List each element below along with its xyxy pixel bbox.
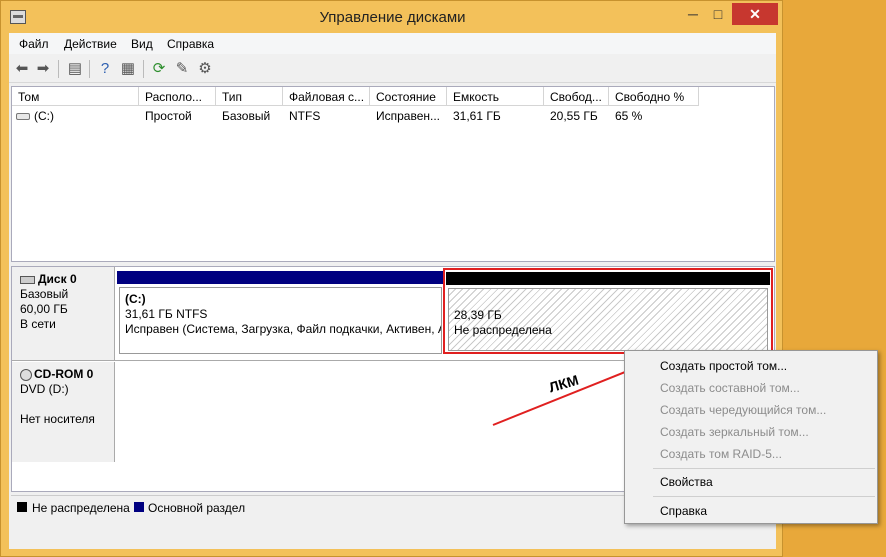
menu-help[interactable]: Справка — [167, 37, 214, 51]
disk-0-label[interactable]: Диск 0 Базовый 60,00 ГБ В сети — [12, 267, 115, 360]
drive-icon — [16, 113, 30, 121]
row-free-percent: 65 % — [615, 109, 643, 123]
hard-disk-icon — [20, 275, 35, 284]
legend-unallocated-swatch — [17, 502, 27, 512]
row-filesystem: NTFS — [289, 109, 321, 123]
row-layout: Простой — [145, 109, 192, 123]
row-type: Базовый — [222, 109, 271, 123]
toolbar-separator — [58, 60, 59, 78]
primary-partition-bar — [117, 271, 444, 284]
close-button[interactable]: ✕ — [732, 3, 778, 25]
column-header-free-percent[interactable]: Свободно % — [609, 87, 699, 106]
menu-create-raid5-volume[interactable]: Создать том RAID-5... — [660, 447, 782, 461]
export-icon[interactable]: ▦ — [119, 60, 137, 78]
refresh-icon[interactable]: ⟳ — [150, 60, 168, 78]
column-header-layout[interactable]: Располо... — [139, 87, 216, 106]
column-header-status[interactable]: Состояние — [370, 87, 447, 106]
volume-name: (C:) — [34, 109, 54, 123]
column-header-filesystem[interactable]: Файловая с... — [283, 87, 370, 106]
menu-bar: Файл Действие Вид Справка — [9, 33, 776, 54]
unallocated-bar — [446, 272, 770, 285]
unallocated-size: 28,39 ГБ — [454, 308, 502, 322]
window-title: Управление дисками — [319, 9, 466, 26]
maximize-button[interactable]: □ — [707, 3, 729, 25]
menu-file[interactable]: Файл — [19, 37, 49, 51]
row-free: 20,55 ГБ — [550, 109, 598, 123]
toolbar-separator — [143, 60, 144, 78]
partition-c-status: Исправен (Система, Загрузка, Файл подкач… — [125, 322, 442, 336]
cdrom-0-kind: DVD (D:) — [20, 382, 69, 396]
menu-view[interactable]: Вид — [131, 37, 153, 51]
row-volume: (C:) — [16, 109, 54, 123]
row-status: Исправен... — [376, 109, 441, 123]
disk-0-size: 60,00 ГБ — [20, 302, 68, 316]
toolbar: ⬅ ➡ ▤ ? ▦ ⟳ ✎ ⚙ — [9, 55, 776, 83]
context-menu: Создать простой том... Создать составной… — [624, 350, 878, 524]
menu-help-item[interactable]: Справка — [660, 504, 707, 518]
volume-list[interactable]: Том Располо... Тип Файловая с... Состоян… — [11, 86, 775, 262]
partition-c[interactable]: (C:) 31,61 ГБ NTFS Исправен (Система, За… — [119, 287, 442, 354]
disk-0-state: В сети — [20, 317, 56, 331]
column-header-free[interactable]: Свобод... — [544, 87, 609, 106]
column-header-volume[interactable]: Том — [12, 87, 139, 106]
partition-c-title: (C:) — [125, 292, 146, 306]
menu-create-mirrored-volume[interactable]: Создать зеркальный том... — [660, 425, 809, 439]
unallocated-spacer — [454, 293, 762, 308]
column-header-type[interactable]: Тип — [216, 87, 283, 106]
disk-0-kind: Базовый — [20, 287, 69, 301]
column-header-capacity[interactable]: Емкость — [447, 87, 544, 106]
cdrom-0-state: Нет носителя — [20, 412, 95, 426]
partition-c-size: 31,61 ГБ NTFS — [125, 307, 208, 321]
help-icon[interactable]: ? — [96, 60, 114, 78]
menu-separator — [653, 496, 875, 497]
unallocated-partition[interactable]: 28,39 ГБ Не распределена — [448, 288, 768, 351]
disk-0-name: Диск 0 — [20, 272, 114, 287]
properties-icon[interactable]: ✎ — [173, 60, 191, 78]
menu-properties[interactable]: Свойства — [660, 475, 713, 489]
unallocated-region[interactable]: 28,39 ГБ Не распределена — [443, 268, 773, 354]
menu-action[interactable]: Действие — [64, 37, 117, 51]
menu-create-striped-volume[interactable]: Создать чередующийся том... — [660, 403, 826, 417]
legend-primary-swatch — [134, 502, 144, 512]
console-tree-icon[interactable]: ▤ — [66, 60, 84, 78]
cd-drive-icon — [20, 368, 32, 381]
cdrom-0-label[interactable]: CD-ROM 0 DVD (D:) Нет носителя — [12, 362, 115, 462]
minimize-button[interactable]: ─ — [682, 3, 704, 25]
title-bar[interactable]: Управление дисками ─ □ ✕ — [1, 1, 784, 33]
menu-separator — [653, 468, 875, 469]
forward-icon[interactable]: ➡ — [34, 60, 52, 78]
menu-create-spanned-volume[interactable]: Создать составной том... — [660, 381, 800, 395]
back-icon[interactable]: ⬅ — [13, 60, 31, 78]
unallocated-status: Не распределена — [454, 323, 552, 337]
menu-create-simple-volume[interactable]: Создать простой том... — [660, 359, 787, 373]
row-capacity: 31,61 ГБ — [453, 109, 501, 123]
cdrom-0-name: CD-ROM 0 — [20, 367, 114, 382]
legend-unallocated-label: Не распределена — [32, 501, 130, 515]
cdrom-spacer — [20, 397, 114, 412]
toolbar-separator — [89, 60, 90, 78]
legend-primary-label: Основной раздел — [148, 501, 246, 515]
settings-icon[interactable]: ⚙ — [196, 60, 214, 78]
